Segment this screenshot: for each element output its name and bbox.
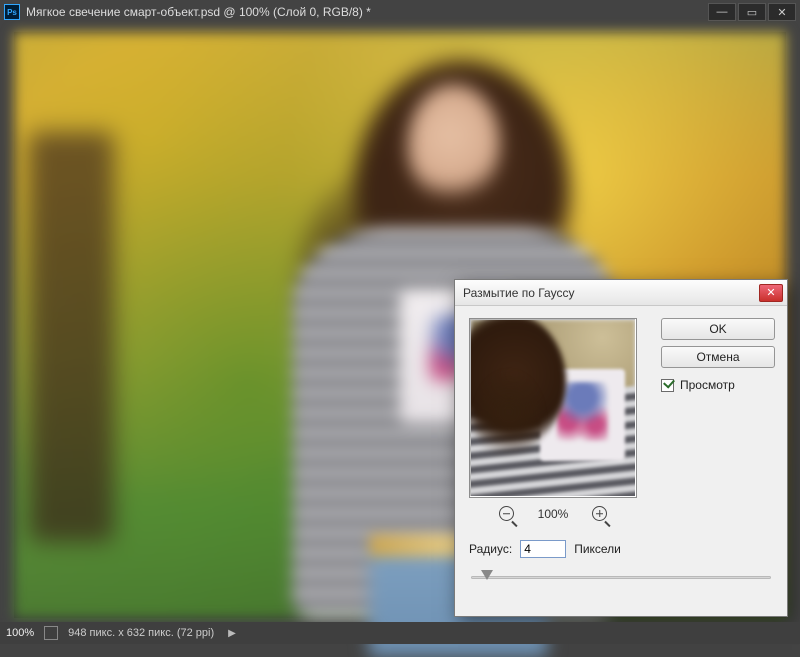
app-icon: Ps	[4, 4, 20, 20]
zoom-out-icon[interactable]	[499, 506, 514, 521]
gaussian-blur-dialog: Размытие по Гауссу ✕ 100% Радиус: Пиксел…	[454, 279, 788, 617]
radius-label: Радиус:	[469, 542, 512, 556]
status-bar: 100% 948 пикс. x 632 пикс. (72 ppi) ▶	[0, 622, 800, 644]
app-titlebar: Ps Мягкое свечение смарт-объект.psd @ 10…	[0, 0, 800, 24]
radius-slider[interactable]	[471, 568, 771, 586]
dialog-body: 100% Радиус: Пиксели OK Отмена Просмотр	[455, 306, 787, 616]
radius-row: Радиус: Пиксели	[469, 540, 621, 558]
dialog-side-controls: OK Отмена Просмотр	[661, 318, 775, 392]
preview-panel[interactable]	[469, 318, 637, 498]
close-button[interactable]: ✕	[768, 3, 796, 21]
preview-checkbox-row: Просмотр	[661, 378, 775, 392]
preview-checkbox-label: Просмотр	[680, 378, 735, 392]
radius-unit: Пиксели	[574, 542, 621, 556]
preview-checkbox[interactable]	[661, 379, 674, 392]
preview-zoom-value: 100%	[538, 507, 569, 521]
document-title: Мягкое свечение смарт-объект.psd @ 100% …	[26, 5, 706, 19]
status-play-icon[interactable]: ▶	[228, 628, 236, 639]
slider-track	[471, 576, 771, 579]
slider-thumb[interactable]	[481, 570, 493, 580]
window-controls: — ▭ ✕	[706, 3, 796, 21]
preview-image	[471, 320, 635, 496]
radius-input[interactable]	[520, 540, 566, 558]
dialog-title: Размытие по Гауссу	[463, 286, 759, 300]
dialog-titlebar[interactable]: Размытие по Гауссу ✕	[455, 280, 787, 306]
status-dimensions: 948 пикс. x 632 пикс. (72 ppi)	[68, 627, 214, 639]
zoom-in-icon[interactable]	[592, 506, 607, 521]
ok-button[interactable]: OK	[661, 318, 775, 340]
status-page-icon[interactable]	[44, 626, 58, 640]
preview-zoom-controls: 100%	[469, 506, 637, 521]
maximize-button[interactable]: ▭	[738, 3, 766, 21]
dialog-close-button[interactable]: ✕	[759, 284, 783, 302]
status-zoom[interactable]: 100%	[6, 627, 34, 639]
cancel-button[interactable]: Отмена	[661, 346, 775, 368]
minimize-button[interactable]: —	[708, 3, 736, 21]
